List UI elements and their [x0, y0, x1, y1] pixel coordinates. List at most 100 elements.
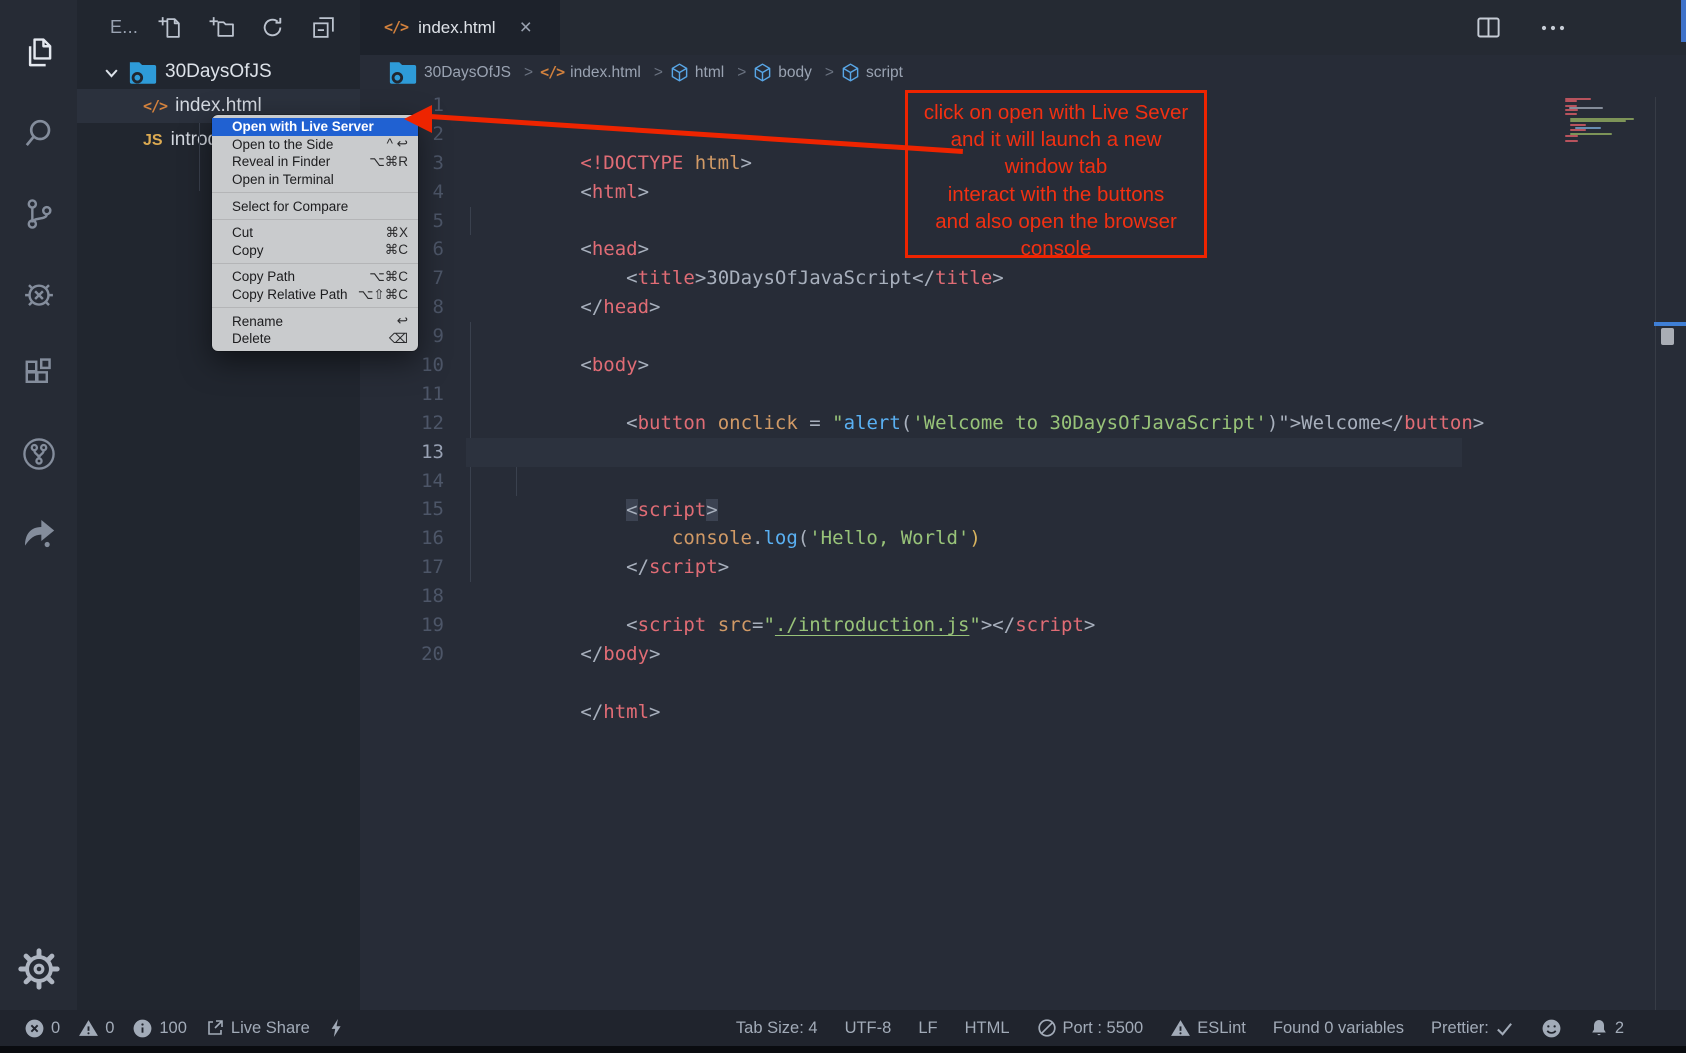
- annotation-line: interact with the buttons: [908, 181, 1204, 208]
- context-menu-item[interactable]: Copy Relative Path ⌥⇧⌘C: [212, 286, 418, 304]
- tree-root-folder[interactable]: 30DaysOfJS: [77, 55, 360, 89]
- activity-bar-item[interactable]: [0, 14, 77, 94]
- split-editor-button[interactable]: [1475, 14, 1502, 41]
- new-file-button[interactable]: [158, 15, 183, 40]
- context-menu-item[interactable]: Delete ⌫: [212, 330, 418, 348]
- context-menu: Open with Live Server Open to the Side ^…: [212, 115, 418, 351]
- more-actions-button[interactable]: [1540, 24, 1566, 32]
- new-folder-button[interactable]: [209, 15, 234, 40]
- context-menu-item[interactable]: Copy ⌘C: [212, 242, 418, 260]
- js-file-icon: JS: [143, 129, 163, 151]
- line-number: 15: [360, 495, 444, 524]
- status-item[interactable]: 2: [1589, 1018, 1624, 1039]
- tab-close-icon[interactable]: ×: [520, 17, 532, 38]
- code-line: 12: [360, 409, 1686, 438]
- breadcrumb-separator: >: [825, 64, 834, 82]
- code-line: 9: [360, 322, 1686, 351]
- gear-icon: [18, 948, 60, 990]
- context-menu-item[interactable]: Open in Terminal: [212, 171, 418, 189]
- status-item[interactable]: [1541, 1018, 1562, 1039]
- explorer-title: E...: [110, 17, 138, 38]
- status-item[interactable]: Port : 5500: [1037, 1018, 1144, 1038]
- breadcrumb: 30DaysOfJS > </> index.html > html > bod…: [360, 55, 1686, 90]
- activity-bar-item[interactable]: [0, 334, 77, 414]
- code-token: >: [649, 701, 660, 723]
- line-number: 19: [360, 611, 444, 640]
- menu-shortcut: ⌥⌘R: [369, 154, 408, 170]
- activity-bar-item[interactable]: [0, 414, 77, 494]
- status-item[interactable]: 0: [24, 1018, 60, 1039]
- status-item[interactable]: 100: [132, 1018, 187, 1039]
- context-menu-item[interactable]: Open to the Side ^ ↩: [212, 136, 418, 154]
- code-token: html: [603, 701, 649, 723]
- context-menu-item[interactable]: Cut ⌘X: [212, 224, 418, 242]
- settings-gear-button[interactable]: [0, 948, 77, 990]
- minimap[interactable]: [1563, 98, 1655, 158]
- status-item[interactable]: Prettier:: [1431, 1019, 1514, 1038]
- collapse-all-button[interactable]: [311, 15, 336, 40]
- status-item[interactable]: 0: [78, 1018, 114, 1039]
- cube-icon: [841, 63, 860, 82]
- cube-icon: [753, 63, 772, 82]
- status-item[interactable]: HTML: [965, 1019, 1010, 1038]
- status-item[interactable]: Live Share: [205, 1018, 310, 1038]
- activity-bar-item[interactable]: [0, 494, 77, 574]
- context-menu-item[interactable]: Rename ↩: [212, 312, 418, 330]
- check-icon: [1495, 1019, 1514, 1038]
- activity-bar: [0, 0, 77, 1010]
- breadcrumb-item[interactable]: 30DaysOfJS >: [388, 59, 533, 86]
- menu-shortcut: ⌫: [389, 331, 408, 347]
- menu-shortcut: ⌘C: [385, 242, 408, 258]
- explorer-icon: [19, 34, 59, 74]
- breadcrumb-item[interactable]: </> index.html >: [540, 63, 663, 82]
- context-menu-item[interactable]: Open with Live Server: [212, 118, 418, 136]
- indent-guide: [199, 123, 200, 191]
- code-line: 13 <script>: [360, 438, 1686, 467]
- breadcrumb-item[interactable]: html >: [670, 63, 746, 82]
- menu-shortcut: ^ ↩: [387, 136, 408, 152]
- source-control-icon: [19, 194, 59, 234]
- annotation-line: click on open with Live Sever: [908, 99, 1204, 126]
- activity-bar-item[interactable]: [0, 94, 77, 174]
- line-number: 14: [360, 467, 444, 496]
- line-number: 13: [360, 438, 444, 467]
- scrollbar-thumb[interactable]: [1661, 328, 1674, 345]
- code-line: 11 <button onclick="alert('Happy New Yea…: [360, 380, 1686, 409]
- breadcrumb-item[interactable]: script: [841, 63, 903, 82]
- activity-bar-item[interactable]: [0, 174, 77, 254]
- context-menu-item[interactable]: Copy Path ⌥⌘C: [212, 268, 418, 286]
- menu-shortcut: ⌘X: [385, 225, 408, 241]
- status-item[interactable]: LF: [918, 1019, 937, 1038]
- html-file-icon: </>: [384, 18, 408, 37]
- status-item[interactable]: [328, 1018, 346, 1038]
- tab-bar: </> index.html ×: [360, 0, 1686, 55]
- line-number: 16: [360, 524, 444, 553]
- code-line: 20 </html>: [360, 640, 1686, 669]
- vscode-window: E... 30DaysOfJS </> index.html JS introd…: [0, 0, 1686, 1053]
- remote-circle-icon: [18, 433, 60, 475]
- share-extension-icon: [18, 513, 60, 555]
- tab-label: index.html: [418, 18, 495, 38]
- code-line: 15 </script>: [360, 495, 1686, 524]
- context-menu-item[interactable]: Select for Compare: [212, 197, 418, 215]
- code-line: 16: [360, 524, 1686, 553]
- error-icon: [24, 1018, 45, 1039]
- warning-icon: [78, 1018, 99, 1039]
- code-line: 14 console.log('Hello, World'): [360, 467, 1686, 496]
- extensions-icon: [19, 354, 59, 394]
- status-item[interactable]: ESLint: [1170, 1018, 1246, 1039]
- context-menu-group: Rename ↩ Delete ⌫: [212, 307, 418, 347]
- menu-shortcut: ↩: [397, 313, 408, 329]
- status-item[interactable]: UTF-8: [845, 1019, 892, 1038]
- code-token: </: [580, 701, 603, 723]
- refresh-button[interactable]: [260, 15, 285, 40]
- status-item[interactable]: Tab Size: 4: [736, 1019, 818, 1038]
- slash-circle-icon: [1037, 1018, 1057, 1038]
- smiley-icon: [1541, 1018, 1562, 1039]
- tab-index-html[interactable]: </> index.html ×: [360, 0, 560, 55]
- context-menu-item[interactable]: Reveal in Finder ⌥⌘R: [212, 153, 418, 171]
- status-item[interactable]: Found 0 variables: [1273, 1019, 1404, 1038]
- activity-bar-item[interactable]: [0, 254, 77, 334]
- annotation-box: click on open with Live Severand it will…: [905, 90, 1207, 258]
- breadcrumb-item[interactable]: body >: [753, 63, 834, 82]
